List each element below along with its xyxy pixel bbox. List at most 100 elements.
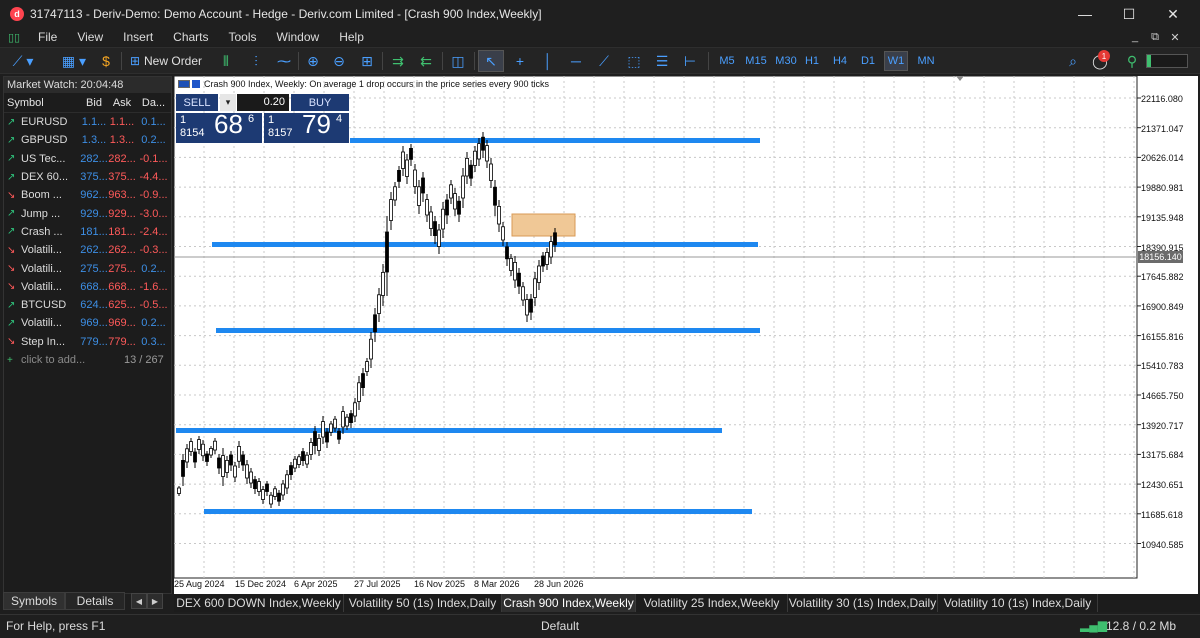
sell-price-big: 68 xyxy=(214,109,243,139)
market-watch-row[interactable]: ↗ EURUSD 1.1... 1.1... 0.1... xyxy=(4,113,171,131)
menu-insert[interactable]: Insert xyxy=(113,28,163,46)
status-profile[interactable]: Default xyxy=(541,619,579,633)
arrow-up-icon: ↗ xyxy=(7,134,16,146)
market-watch-row[interactable]: ↗ US Tec... 282... 282... -0.1... xyxy=(4,150,171,168)
arrow-down-icon: ↘ xyxy=(7,336,16,348)
horizontal-line-icon[interactable]: ─ xyxy=(564,50,588,72)
market-watch-row[interactable]: ↗ Volatili... 969... 969... 0.2... xyxy=(4,314,171,332)
close-button[interactable]: ✕ xyxy=(1150,0,1196,28)
candle-body xyxy=(497,205,501,225)
candle-body xyxy=(373,314,377,333)
timeframe-d1[interactable]: D1 xyxy=(858,51,878,71)
price-tick-label: 21371.047 xyxy=(1141,123,1184,134)
candle-body xyxy=(413,169,417,187)
app-menu-icon[interactable]: ▯▯ xyxy=(8,30,24,44)
chart-tab[interactable]: Volatility 10 (1s) Index,Daily xyxy=(938,594,1098,612)
price-tick-label: 15410.783 xyxy=(1141,361,1184,372)
timeframe-m30[interactable]: M30 xyxy=(772,51,800,71)
daily-change-cell: -0.9... xyxy=(139,189,168,202)
timeframe-h4[interactable]: H4 xyxy=(830,51,850,71)
market-watch-row[interactable]: ↘ Volatili... 275... 275... 0.2... xyxy=(4,259,171,277)
cursor-icon[interactable]: ↖ xyxy=(478,50,504,72)
search-icon[interactable]: ⌕ xyxy=(1062,50,1084,72)
market-watch-row[interactable]: ↗ Jump ... 929... 929... -3.0... xyxy=(4,204,171,222)
market-watch-row[interactable]: ↘ Boom ... 962... 963... -0.9... xyxy=(4,186,171,204)
col-daily-change[interactable]: Da... xyxy=(136,97,171,109)
tab-scroll-left-icon[interactable]: ◀ xyxy=(131,593,147,609)
market-watch-row[interactable]: ↗ Crash ... 181... 181... -2.4... xyxy=(4,223,171,241)
chart-type-icon[interactable]: ⟋ ▾ xyxy=(6,50,40,72)
bar-chart-icon[interactable]: ⫶ xyxy=(244,50,268,72)
zoom-in-icon[interactable]: ⊕ xyxy=(302,50,324,72)
market-watch-row[interactable]: ↘ Volatili... 262... 262... -0.3... xyxy=(4,241,171,259)
timeframe-m5[interactable]: M5 xyxy=(714,51,740,71)
tab-details[interactable]: Details xyxy=(65,592,125,610)
daily-change-cell: -4.4... xyxy=(139,171,168,184)
candle-body xyxy=(489,163,493,181)
candle-body xyxy=(341,411,345,428)
candle-body xyxy=(385,231,389,273)
market-watch-row[interactable]: ↗ BTCUSD 624... 625... -0.5... xyxy=(4,296,171,314)
col-ask[interactable]: Ask xyxy=(108,97,136,109)
channel-icon[interactable]: ⬚ xyxy=(622,50,646,72)
sell-button[interactable]: SELL xyxy=(176,94,218,111)
chart-templates-icon[interactable]: ▦ ▾ xyxy=(54,50,94,72)
add-symbol-row[interactable]: + click to add... 13 / 267 xyxy=(4,351,171,369)
maximize-button[interactable]: ☐ xyxy=(1106,0,1152,28)
signal-icon[interactable]: ⚲ xyxy=(1122,50,1142,72)
timeframe-h1[interactable]: H1 xyxy=(802,51,822,71)
zoom-out-icon[interactable]: ⊖ xyxy=(328,50,350,72)
menu-file[interactable]: File xyxy=(28,28,67,46)
market-watch-row[interactable]: ↘ Volatili... 668... 668... -1.6... xyxy=(4,278,171,296)
menu-tools[interactable]: Tools xyxy=(219,28,267,46)
buy-price[interactable]: 1 8157 79 4 xyxy=(264,109,349,143)
chart-tab[interactable]: Volatility 30 (1s) Index,Daily xyxy=(788,594,938,612)
candle-body xyxy=(205,453,209,462)
market-watch-row[interactable]: ↗ GBPUSD 1.3... 1.3... 0.2... xyxy=(4,131,171,149)
new-order-button[interactable]: ⊞ New Order xyxy=(126,50,206,72)
screenshot-icon[interactable]: ◫ xyxy=(446,50,470,72)
line-chart-icon[interactable]: ⁓ xyxy=(272,50,296,72)
timeframe-w1[interactable]: W1 xyxy=(884,51,908,71)
timeframe-mn[interactable]: MN xyxy=(914,51,938,71)
shapes-icon[interactable]: ⊢ xyxy=(678,50,702,72)
mdi-close-button[interactable]: ✕ xyxy=(1166,28,1184,46)
col-symbol[interactable]: Symbol xyxy=(4,97,80,109)
trendline-icon[interactable]: ⟋ xyxy=(592,50,616,72)
menu-view[interactable]: View xyxy=(67,28,113,46)
crosshair-icon[interactable]: + xyxy=(508,50,532,72)
tab-symbols[interactable]: Symbols xyxy=(3,592,65,610)
price-chart[interactable] xyxy=(174,76,1198,594)
candle-body xyxy=(505,246,509,260)
chart-shift-icon[interactable]: ⇇ xyxy=(414,50,438,72)
vertical-line-icon[interactable]: │ xyxy=(536,50,560,72)
menu-window[interactable]: Window xyxy=(267,28,330,46)
candle-body xyxy=(221,455,225,477)
candle-body xyxy=(321,421,325,438)
chart-tab[interactable]: Volatility 50 (1s) Index,Daily xyxy=(344,594,502,612)
bid-cell: 668... xyxy=(80,280,108,293)
market-watch-row[interactable]: ↗ DEX 60... 375... 375... -4.4... xyxy=(4,168,171,186)
chart-tab[interactable]: Volatility 25 Index,Weekly xyxy=(636,594,788,612)
tab-scroll-right-icon[interactable]: ▶ xyxy=(147,593,163,609)
chart-tab[interactable]: Crash 900 Index,Weekly xyxy=(502,594,636,612)
chart-area[interactable]: Crash 900 Index, Weekly: On average 1 dr… xyxy=(174,76,1198,594)
price-tick-label: 16155.816 xyxy=(1141,331,1184,342)
chart-tab[interactable]: DEX 600 DOWN Index,Weekly xyxy=(174,594,344,612)
tile-windows-icon[interactable]: ⊞ xyxy=(356,50,378,72)
market-watch-row[interactable]: ↘ Step In... 779... 779... 0.3... xyxy=(4,333,171,351)
algo-trading-icon[interactable]: ⫴ xyxy=(214,50,238,72)
volume-input[interactable]: 0.20 xyxy=(237,94,289,111)
menu-help[interactable]: Help xyxy=(329,28,374,46)
autoscroll-icon[interactable]: ⇉ xyxy=(386,50,410,72)
menu-charts[interactable]: Charts xyxy=(163,28,218,46)
mdi-restore-button[interactable]: ⧉ xyxy=(1146,28,1164,46)
sell-price[interactable]: 1 8154 68 6 xyxy=(176,109,262,143)
fibonacci-icon[interactable]: ☰ xyxy=(650,50,674,72)
mdi-minimize-button[interactable]: _ xyxy=(1126,28,1144,46)
market-icon[interactable]: $ xyxy=(96,50,116,72)
minimize-button[interactable]: — xyxy=(1062,0,1108,28)
window-title: 31747113 - Deriv-Demo: Demo Account - He… xyxy=(30,7,542,21)
col-bid[interactable]: Bid xyxy=(80,97,108,109)
timeframe-m15[interactable]: M15 xyxy=(742,51,770,71)
